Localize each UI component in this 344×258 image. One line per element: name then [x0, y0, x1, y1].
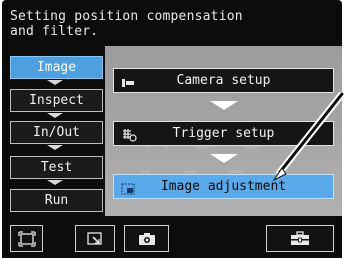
sidebar-item-label: Run — [44, 193, 69, 208]
camera-setup-label: Camera setup — [176, 73, 271, 88]
sidebar-item-label: Image — [36, 60, 77, 75]
down-arrow-icon — [47, 180, 63, 185]
sidebar-item-label: Inspect — [29, 93, 84, 108]
down-arrow-icon — [47, 145, 63, 150]
sidebar-item-in-out[interactable]: In/Out — [10, 121, 103, 144]
sidebar-item-image[interactable]: Image — [10, 56, 103, 79]
down-arrow-icon — [47, 80, 63, 85]
camera-button[interactable] — [124, 225, 169, 252]
flow-arrow-icon — [210, 154, 238, 163]
toolbox-button[interactable] — [266, 225, 334, 252]
page-instruction: Setting position compensation and filter… — [10, 9, 243, 39]
instruction-line-2: and filter. — [10, 24, 99, 39]
zoom-button[interactable] — [75, 225, 115, 252]
fullscreen-button[interactable] — [10, 225, 43, 252]
sidebar-item-label: In/Out — [33, 125, 80, 140]
down-arrow-icon — [47, 113, 63, 118]
sidebar-item-test[interactable]: Test — [10, 156, 103, 179]
flow-arrow-icon — [210, 101, 238, 110]
instruction-line-1: Setting position compensation — [10, 9, 243, 24]
stylus-pointer — [272, 92, 344, 182]
camera-setup-button[interactable]: Camera setup — [113, 68, 334, 93]
sidebar-item-label: Test — [40, 160, 73, 175]
screen: Setting position compensation and filter… — [0, 0, 344, 258]
sidebar-item-inspect[interactable]: Inspect — [10, 89, 103, 112]
sidebar-item-run[interactable]: Run — [10, 189, 103, 212]
